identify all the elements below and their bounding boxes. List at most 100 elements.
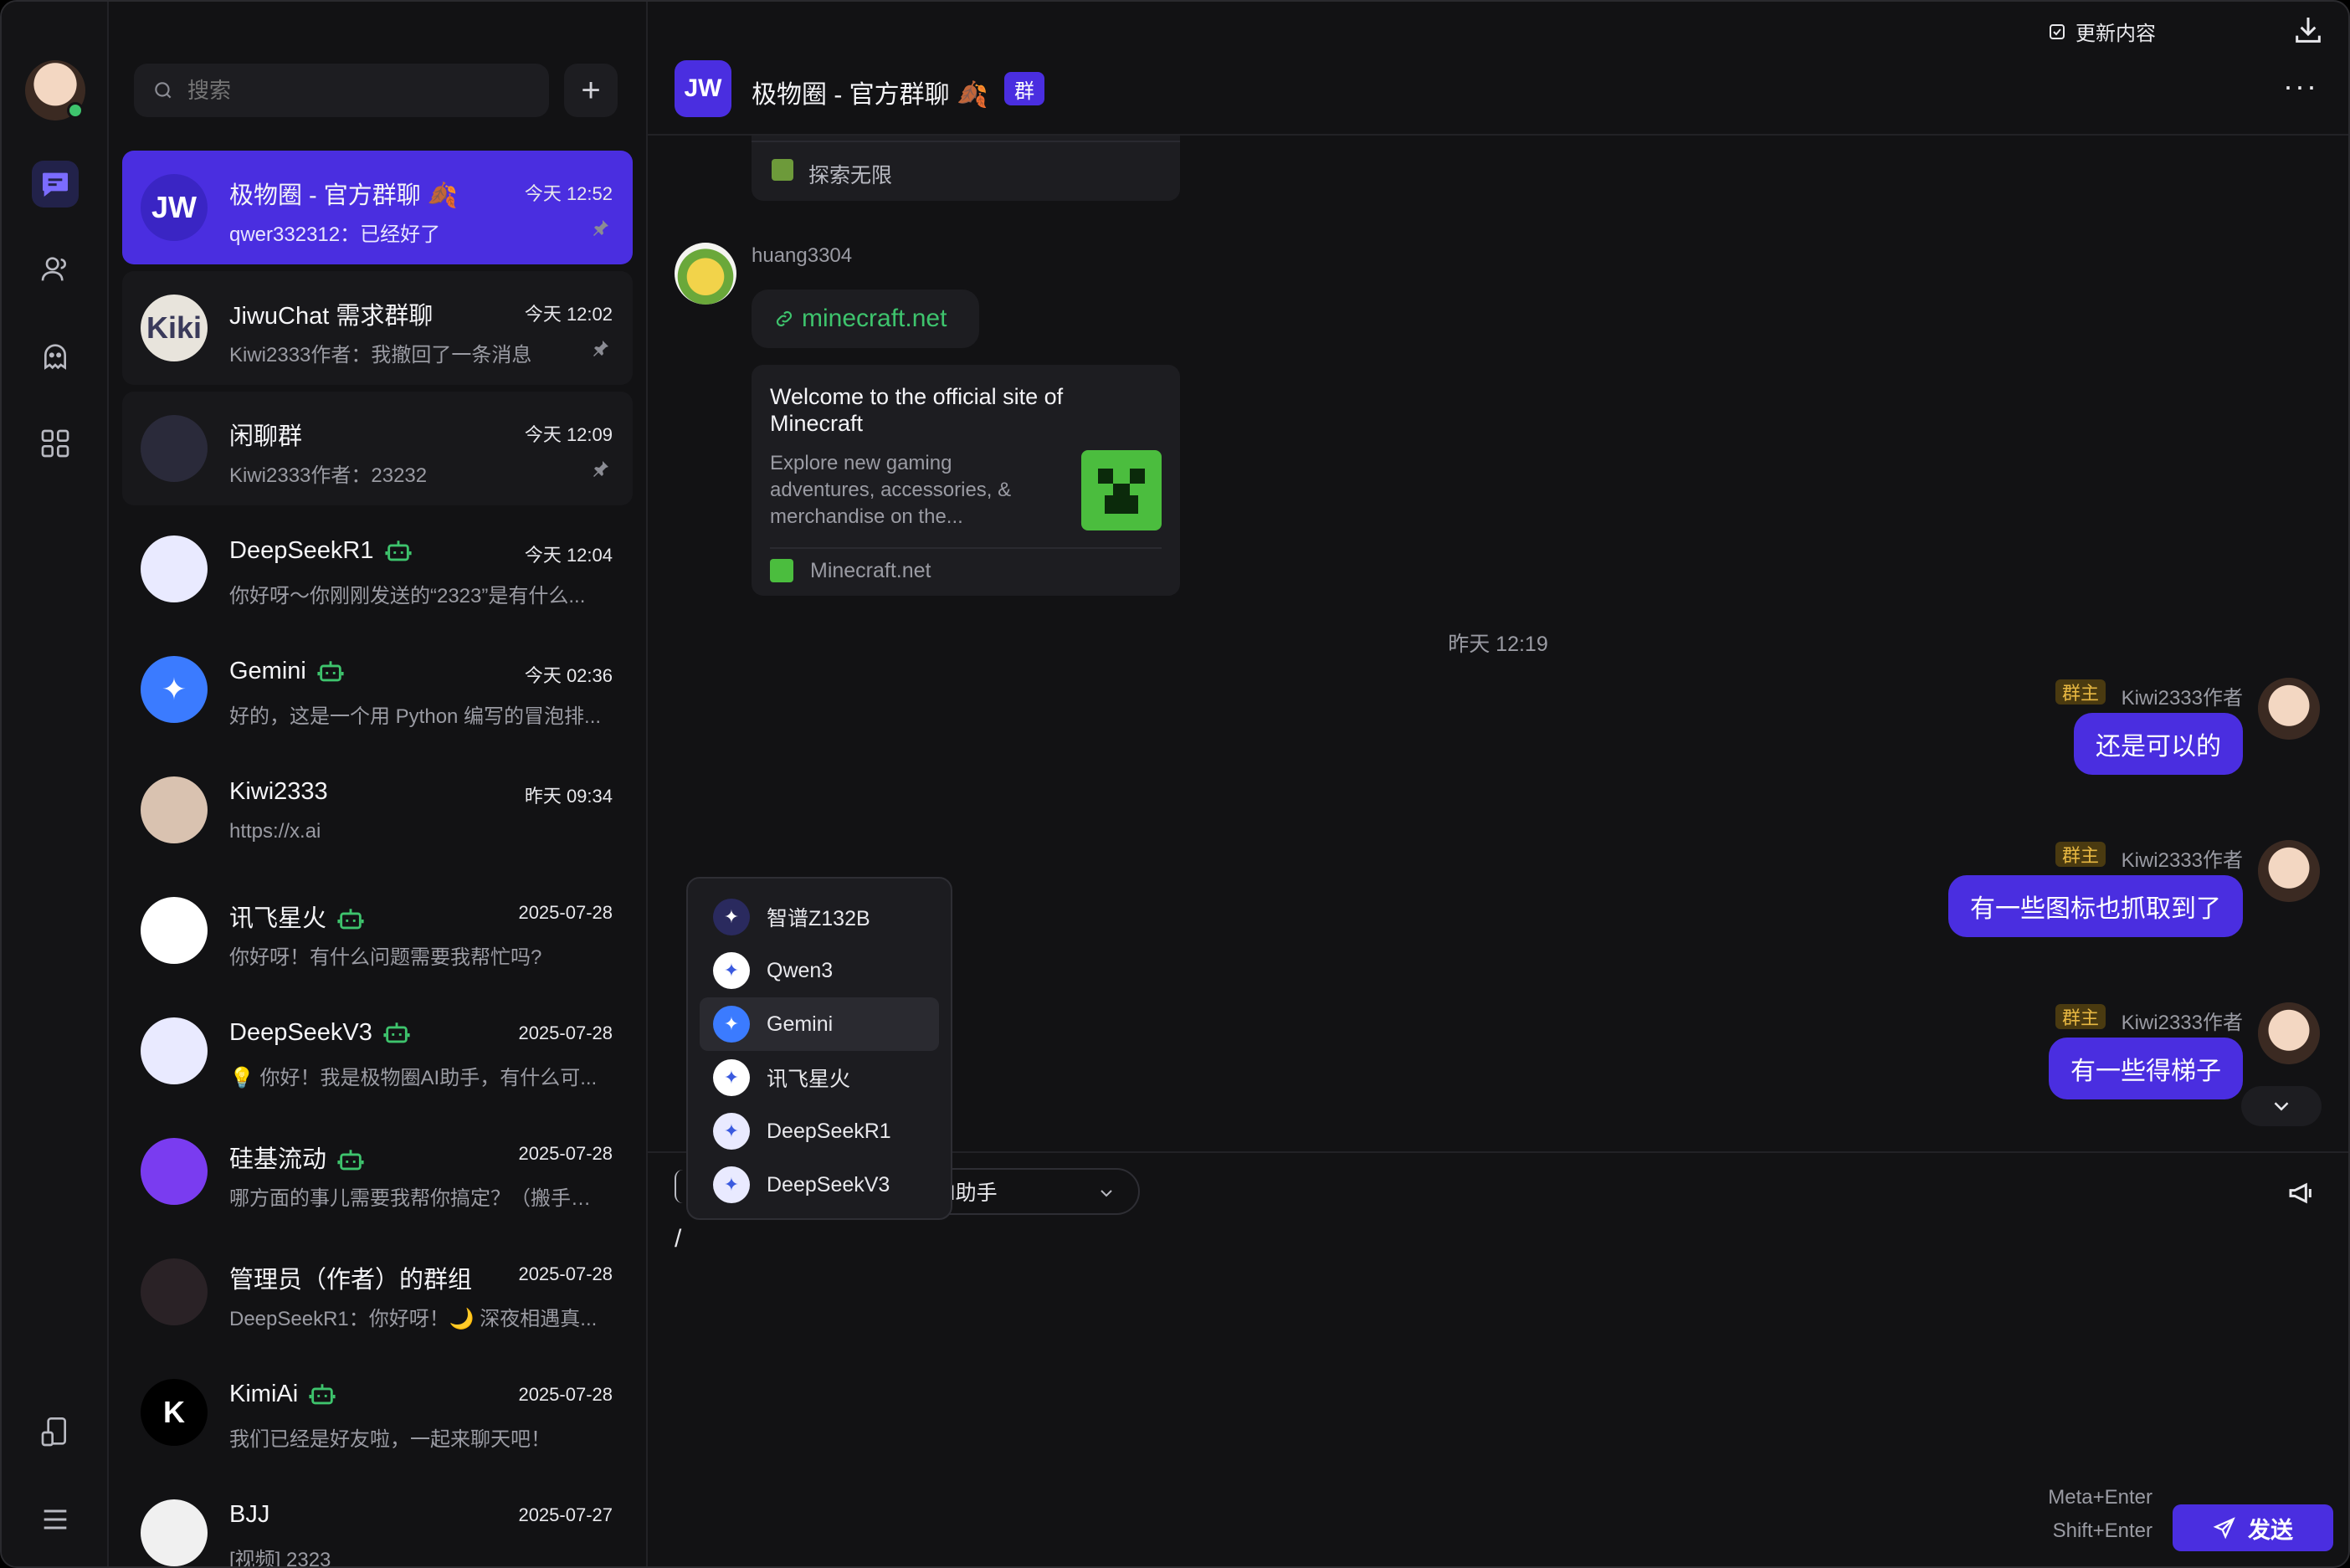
chat-nav-icon[interactable]: [32, 161, 79, 208]
ai-model-icon: ✦: [713, 952, 750, 989]
conversation-avatar: [141, 1499, 208, 1566]
conversation-name: KimiAi: [229, 1381, 336, 1409]
preview-description: Explore new gaming adventures, accessori…: [770, 452, 1012, 528]
time-divider: 昨天 12:19: [1448, 633, 1548, 656]
apps-nav-icon[interactable]: [32, 420, 79, 467]
conversation-preview: DeepSeekR1：你好呀！🌙 深夜相遇真...: [229, 1308, 598, 1330]
message-bubble[interactable]: 有一些得梯子: [2049, 1038, 2243, 1099]
ai-model-label: DeepSeekR1: [767, 1119, 891, 1143]
menu-icon[interactable]: [32, 1496, 79, 1543]
contacts-nav-icon[interactable]: [32, 246, 79, 293]
conversation-preview: Kiwi2333作者：23232: [229, 464, 428, 487]
more-options-button[interactable]: ···: [2283, 69, 2318, 104]
chat-header: JW 极物圈 - 官方群聊 🍂 群 ···: [648, 2, 2348, 136]
conversation-item[interactable]: Kiwi2333 昨天 09:34 https://x.ai: [122, 753, 633, 867]
ai-bot-nav-icon[interactable]: [32, 333, 79, 380]
megaphone-icon[interactable]: [2286, 1176, 2320, 1210]
conversation-avatar: [141, 1258, 208, 1325]
huang3304-avatar[interactable]: [675, 243, 736, 305]
conversation-item[interactable]: 闲聊群 今天 12:09 Kiwi2333作者：23232: [122, 392, 633, 505]
ai-model-option[interactable]: ✦ DeepSeekV3: [700, 1158, 939, 1212]
ai-model-label: 智谱Z132B: [767, 907, 870, 930]
ai-model-dropdown: ✦ 智谱Z132B ✦ Qwen3 ✦ Gemini ✦ 讯飞星火 ✦ DeepSeekR1 ✦ De…: [686, 877, 952, 1220]
ai-model-option[interactable]: ✦ Qwen3: [700, 944, 939, 997]
conversation-time: 今天 02:36: [524, 665, 613, 686]
conversation-name-text: Gemini: [229, 658, 306, 684]
group-title: 极物圈 - 官方群聊 🍂: [752, 81, 988, 109]
conversation-time: 今天 12:09: [524, 424, 613, 445]
conversation-avatar: K: [141, 1379, 208, 1446]
pin-icon[interactable]: [591, 459, 611, 479]
send-icon: [2213, 1517, 2235, 1540]
scroll-down-button[interactable]: [2241, 1086, 2322, 1126]
ai-model-label: DeepSeekV3: [767, 1172, 890, 1196]
sender-name: Kiwi2333作者: [2121, 687, 2243, 710]
conversation-name-text: 极物圈 - 官方群聊 🍂: [229, 182, 458, 209]
sender-avatar[interactable]: [2258, 840, 2320, 902]
group-avatar[interactable]: JW: [675, 60, 731, 117]
sender-name: huang3304: [752, 244, 853, 267]
conversation-item[interactable]: 硅基流动 2025-07-28 哪方面的事儿需要我帮你搞定？（搬手）...: [122, 1115, 633, 1228]
sender-avatar[interactable]: [2258, 678, 2320, 740]
sender-avatar[interactable]: [2258, 1002, 2320, 1064]
ai-model-option[interactable]: ✦ Gemini: [700, 997, 939, 1051]
conversation-item[interactable]: ✦ Gemini 今天 02:36 好的，这是一个用 Python 编写的冒泡排...: [122, 633, 633, 746]
conversation-name-text: BJJ: [229, 1501, 270, 1528]
conversation-avatar: JW: [141, 174, 208, 241]
conversation-name-text: DeepSeekR1: [229, 537, 374, 564]
ai-assistant-select[interactable]: AI助手: [921, 1168, 1140, 1215]
send-label: 发送: [2248, 1517, 2293, 1543]
link-text[interactable]: minecraft.net: [802, 305, 947, 333]
app-window: + JW 极物圈 - 官方群聊 🍂 今天 12:52 qwer332312：已经好了 K…: [0, 0, 2350, 1568]
conversation-item[interactable]: 讯飞星火 2025-07-28 你好呀！有什么问题需要我帮忙吗?: [122, 874, 633, 987]
conversation-preview: 💡 你好！我是极物圈AI助手，有什么可...: [229, 1067, 598, 1089]
minecraft-creeper-icon: [1081, 450, 1162, 530]
conversation-item[interactable]: DeepSeekR1 今天 12:04 你好呀～你刚刚发送的“2323”是有什么..…: [122, 512, 633, 626]
conversation-preview: https://x.ai: [229, 820, 321, 843]
conversation-item[interactable]: 管理员（作者）的群组 2025-07-28 DeepSeekR1：你好呀！🌙 深夜相…: [122, 1235, 633, 1349]
conversation-item[interactable]: BJJ 2025-07-27 [视频] 2323: [122, 1476, 633, 1566]
device-icon[interactable]: [32, 1409, 79, 1456]
ai-model-label: Qwen3: [767, 958, 834, 982]
conversation-time: 2025-07-28: [518, 1263, 613, 1284]
conversation-name: DeepSeekR1: [229, 537, 413, 566]
bot-icon: [337, 1150, 364, 1171]
ai-model-option[interactable]: ✦ DeepSeekR1: [700, 1104, 939, 1158]
link-preview-card[interactable]: Welcome to the official site of Minecraf…: [752, 365, 1180, 596]
shortcut-hint-shift: Shift+Enter: [2052, 1519, 2152, 1542]
sender-name: Kiwi2333作者: [2121, 849, 2243, 872]
search-input[interactable]: [187, 77, 505, 104]
conversation-item[interactable]: DeepSeekV3 2025-07-28 💡 你好！我是极物圈AI助手，有什么可.…: [122, 994, 633, 1108]
conversation-time: 昨天 09:34: [524, 786, 613, 807]
search-box[interactable]: [134, 64, 549, 117]
conversation-preview: Kiwi2333作者：我撤回了一条消息: [229, 344, 532, 366]
pin-icon[interactable]: [591, 338, 611, 358]
send-button[interactable]: 发送: [2173, 1504, 2333, 1551]
conversation-time: 2025-07-28: [518, 1143, 613, 1164]
pin-icon[interactable]: [591, 218, 611, 238]
message-input[interactable]: /: [675, 1225, 681, 1253]
conversation-item[interactable]: Kiki JiwuChat 需求群聊 今天 12:02 Kiwi2333作者：我撤回了…: [122, 271, 633, 385]
shortcut-hint-meta: Meta+Enter: [2048, 1486, 2152, 1509]
chevron-down-icon: [1101, 1190, 1112, 1197]
conversation-avatar: [141, 535, 208, 602]
message-bubble[interactable]: 还是可以的: [2074, 713, 2243, 775]
conversation-preview: 你好呀～你刚刚发送的“2323”是有什么...: [229, 585, 586, 607]
conversation-name-text: 讯飞星火: [229, 905, 327, 932]
ai-model-option[interactable]: ✦ 讯飞星火: [700, 1051, 939, 1104]
conversation-preview: 好的，这是一个用 Python 编写的冒泡排...: [229, 705, 602, 728]
conversation-name: 闲聊群: [229, 417, 302, 452]
explore-card[interactable]: 探索无限: [752, 136, 1180, 201]
cube-icon: [772, 159, 793, 181]
conversation-item[interactable]: K KimiAi 2025-07-28 我们已经是好友啦，一起来聊天吧！: [122, 1355, 633, 1469]
conversation-item[interactable]: JW 极物圈 - 官方群聊 🍂 今天 12:52 qwer332312：已经好了: [122, 151, 633, 264]
conversation-name-text: JiwuChat 需求群聊: [229, 303, 434, 330]
link-message[interactable]: minecraft.net: [752, 290, 979, 348]
message-bubble[interactable]: 有一些图标也抓取到了: [1948, 875, 2243, 937]
ai-model-option[interactable]: ✦ 智谱Z132B: [700, 890, 939, 944]
conversation-name: Gemini: [229, 658, 345, 686]
add-chat-button[interactable]: +: [564, 64, 618, 117]
conversation-name: JiwuChat 需求群聊: [229, 296, 433, 331]
conversation-avatar: [141, 415, 208, 482]
conversation-name: 极物圈 - 官方群聊 🍂: [229, 176, 458, 211]
